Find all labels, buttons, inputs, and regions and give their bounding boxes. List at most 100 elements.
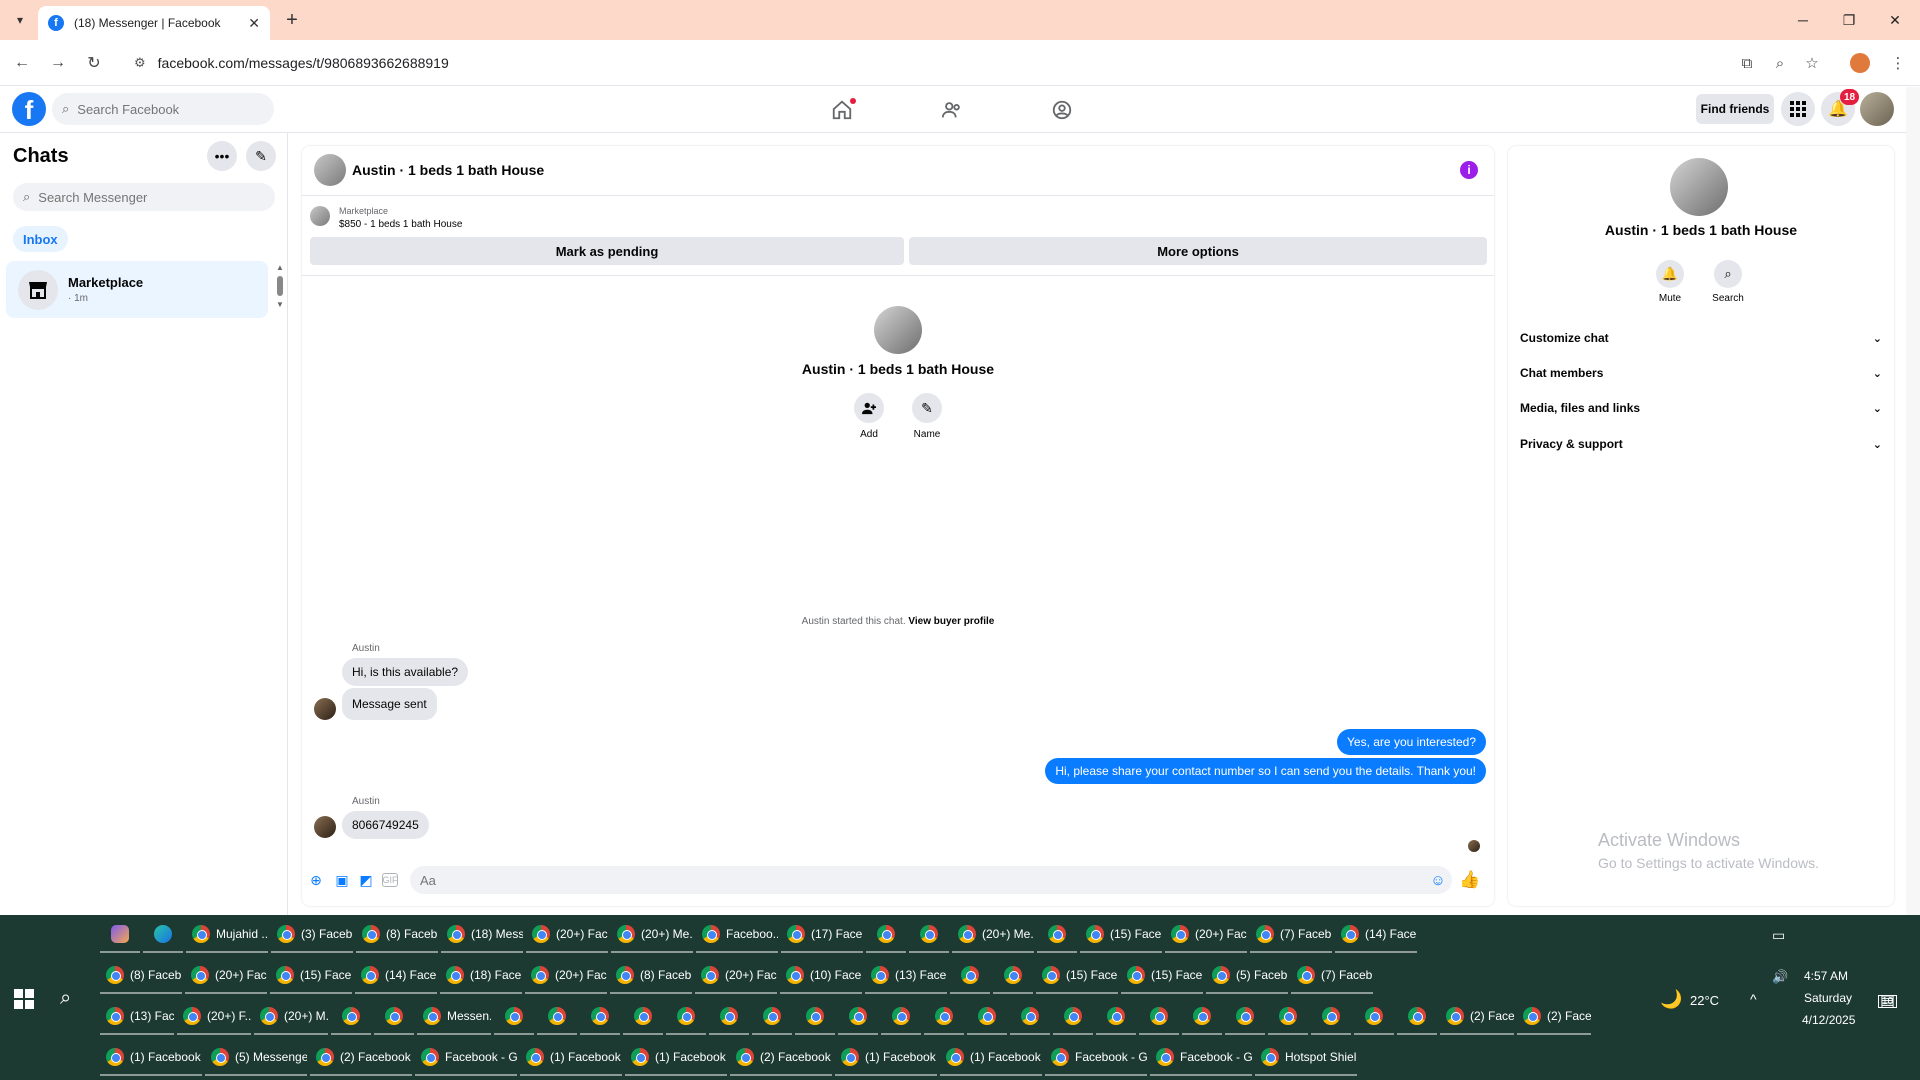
taskbar-window-item[interactable]: (20+) Fac...	[525, 958, 607, 994]
listing-thumbnail[interactable]	[310, 206, 330, 226]
message-bubble-outgoing[interactable]: Hi, please share your contact number so …	[1045, 758, 1486, 784]
taskbar-window-item[interactable]: (20+) Me...	[952, 917, 1034, 953]
install-app-icon[interactable]: ⧉	[1735, 51, 1759, 75]
show-hidden-icons[interactable]: ^	[1750, 991, 1757, 1007]
taskbar-window-item[interactable]	[331, 999, 371, 1035]
taskbar-window-item[interactable]	[1037, 917, 1077, 953]
sender-avatar[interactable]	[314, 816, 336, 838]
facebook-logo-icon[interactable]: f	[12, 92, 46, 126]
taskbar-window-item[interactable]	[623, 999, 663, 1035]
site-info-icon[interactable]: ⚙	[134, 55, 146, 71]
zoom-icon[interactable]: ⌕	[1768, 51, 1792, 75]
taskbar-window-item[interactable]	[909, 917, 949, 953]
volume-icon[interactable]: 🔊	[1772, 969, 1788, 985]
taskbar-window-item[interactable]: Facebook - G...	[1150, 1040, 1252, 1076]
taskbar-window-item[interactable]: (10) Face...	[780, 958, 862, 994]
taskbar-window-item[interactable]: (15) Face...	[1121, 958, 1203, 994]
clock-day[interactable]: Saturday	[1804, 991, 1852, 1005]
taskbar-window-item[interactable]: (5) Messenge...	[205, 1040, 307, 1076]
taskbar-window-item[interactable]: (8) Faceb...	[610, 958, 692, 994]
taskbar-window-item[interactable]: (14) Face...	[1335, 917, 1417, 953]
taskbar-window-item[interactable]	[1311, 999, 1351, 1035]
plus-circle-icon[interactable]: ⊕	[308, 872, 324, 888]
taskbar-window-item[interactable]: (8) Faceb...	[356, 917, 438, 953]
taskbar-window-item[interactable]: (3) Faceb...	[271, 917, 353, 953]
info-avatar[interactable]	[1670, 158, 1728, 216]
taskbar-window-item[interactable]	[494, 999, 534, 1035]
taskbar-window-item[interactable]: (2) Face...	[1440, 999, 1514, 1035]
taskbar-window-item[interactable]	[1354, 999, 1394, 1035]
media-files-links-section[interactable]: Media, files and links ⌄	[1520, 394, 1882, 422]
tab-search-button[interactable]: ▾	[8, 8, 32, 32]
message-bubble-incoming[interactable]: Hi, is this available?	[342, 658, 469, 686]
back-button[interactable]: ←	[8, 49, 36, 77]
message-bubble-incoming[interactable]: 8066749245	[342, 811, 429, 839]
view-buyer-profile-link[interactable]: View buyer profile	[908, 616, 994, 627]
address-bar[interactable]: ⚙ facebook.com/messages/t/98068936626889…	[124, 47, 1714, 79]
sticker-icon[interactable]: ◩	[358, 872, 374, 888]
mark-as-pending-button[interactable]: Mark as pending	[310, 237, 904, 265]
minimize-button[interactable]: ─	[1780, 0, 1826, 40]
menu-grid-icon[interactable]	[1781, 92, 1815, 126]
message-bubble-incoming[interactable]: Message sent	[342, 688, 437, 720]
taskbar-window-item[interactable]: (7) Faceb...	[1291, 958, 1373, 994]
listing-title[interactable]: $850 - 1 beds 1 bath House	[339, 219, 462, 230]
chat-list-item-marketplace[interactable]: Marketplace · 1m	[6, 261, 268, 318]
taskbar-window-item[interactable]	[537, 999, 577, 1035]
taskbar-window-item[interactable]: (15) Face...	[1080, 917, 1162, 953]
conversation-title[interactable]: Austin · 1 beds 1 bath House	[352, 162, 544, 178]
taskbar-window-item[interactable]	[838, 999, 878, 1035]
taskbar-window-item[interactable]	[967, 999, 1007, 1035]
taskbar-window-item[interactable]	[1268, 999, 1308, 1035]
taskbar-window-item[interactable]: (15) Face...	[270, 958, 352, 994]
taskbar-window-item[interactable]: (13) Fac...	[100, 999, 174, 1035]
taskbar-window-item[interactable]: (18) Face...	[440, 958, 522, 994]
taskbar-window-item[interactable]: Messen...	[417, 999, 491, 1035]
taskbar-window-item[interactable]: (20+) Fac...	[695, 958, 777, 994]
conversation-avatar[interactable]	[314, 154, 346, 186]
taskbar-window-item[interactable]: (7) Faceb...	[1250, 917, 1332, 953]
taskbar-window-item[interactable]: (1) Facebook ...	[625, 1040, 727, 1076]
taskbar-window-item[interactable]: (15) Face...	[1036, 958, 1118, 994]
taskbar-window-item[interactable]: (1) Facebook ...	[940, 1040, 1042, 1076]
friends-icon[interactable]	[932, 95, 972, 125]
message-input[interactable]	[410, 866, 1452, 894]
taskbar-window-item[interactable]: (1) Facebook ...	[520, 1040, 622, 1076]
home-icon[interactable]	[822, 95, 862, 125]
taskbar-window-item[interactable]: (2) Facebook ...	[730, 1040, 832, 1076]
photo-icon[interactable]: ▣	[334, 872, 350, 888]
gif-icon[interactable]: GIF	[382, 873, 398, 887]
messenger-search-input[interactable]	[38, 189, 239, 205]
taskbar-window-item[interactable]	[993, 958, 1033, 994]
taskbar-window-item[interactable]: (13) Face...	[865, 958, 947, 994]
close-window-button[interactable]: ✕	[1872, 0, 1918, 40]
taskbar-window-item[interactable]: (14) Face...	[355, 958, 437, 994]
taskbar-window-item[interactable]	[666, 999, 706, 1035]
messenger-search[interactable]: ⌕	[13, 183, 275, 211]
page-scrollbar[interactable]	[1906, 87, 1920, 915]
chat-members-section[interactable]: Chat members ⌄	[1520, 359, 1882, 387]
mute-button[interactable]: 🔔 Mute	[1645, 260, 1695, 304]
reload-button[interactable]: ↻	[80, 49, 108, 77]
scroll-thumb[interactable]	[277, 276, 283, 296]
copilot-app-icon[interactable]	[100, 917, 140, 953]
clock-date[interactable]: 4/12/2025	[1802, 1013, 1855, 1027]
taskbar-window-item[interactable]: (8) Faceb...	[100, 958, 182, 994]
more-options-button[interactable]: More options	[909, 237, 1487, 265]
taskbar-window-item[interactable]	[580, 999, 620, 1035]
taskbar-window-item[interactable]	[1010, 999, 1050, 1035]
taskbar-window-item[interactable]: (20+) Me...	[611, 917, 693, 953]
taskbar-window-item[interactable]: (20+) Fac...	[185, 958, 267, 994]
taskbar-window-item[interactable]	[1053, 999, 1093, 1035]
taskbar-window-item[interactable]	[1182, 999, 1222, 1035]
search-conversation-button[interactable]: ⌕ Search	[1703, 260, 1753, 304]
add-people-button[interactable]: Add	[844, 393, 894, 440]
taskbar-window-item[interactable]: (18) Mess...	[441, 917, 523, 953]
taskbar-window-item[interactable]: (20+) F...	[177, 999, 251, 1035]
taskbar-window-item[interactable]: Hotspot Shiel...	[1255, 1040, 1357, 1076]
customize-chat-section[interactable]: Customize chat ⌄	[1520, 324, 1882, 352]
taskbar-window-item[interactable]	[1096, 999, 1136, 1035]
taskbar-window-item[interactable]	[709, 999, 749, 1035]
emoji-icon[interactable]: ☺	[1430, 872, 1446, 889]
taskbar-window-item[interactable]: (20+) Fac...	[1165, 917, 1247, 953]
